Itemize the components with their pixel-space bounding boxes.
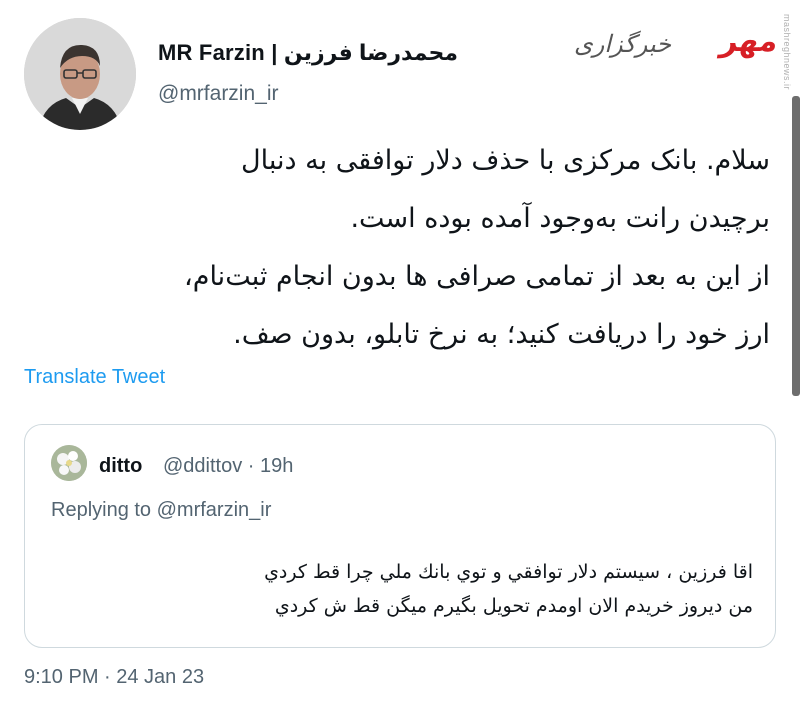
quoted-tweet-text: اقا فرزين ، سيستم دلار توافقي و توي بانك… <box>264 555 753 623</box>
quoted-tweet-card[interactable]: ditto @ddittov · 19h Replying to @mrfarz… <box>24 424 776 648</box>
news-agency-logo: مهر خبرگزاری <box>574 22 782 72</box>
logo-mark: مهر <box>717 24 782 59</box>
quoted-line: من ديروز خريدم الان اومدم تحويل بگيرم مي… <box>274 595 753 617</box>
translate-tweet-link[interactable]: Translate Tweet <box>24 366 165 389</box>
flower-avatar-icon <box>51 445 87 481</box>
tweet-line: برچیدن رانت به‌وجود آمده بوده است. <box>350 203 770 234</box>
tweet-timestamp[interactable]: 9:10 PM · 24 Jan 23 <box>24 666 204 689</box>
author-avatar[interactable] <box>24 18 136 130</box>
scrollbar[interactable] <box>792 96 800 396</box>
quoted-line: اقا فرزين ، سيستم دلار توافقي و توي بانك… <box>264 561 753 583</box>
author-name[interactable]: MR Farzin | محمدرضا فرزین <box>158 40 458 66</box>
tweet-line: از این به بعد از تمامی صرافی ها بدون انج… <box>184 261 770 292</box>
tweet-line: ارز خود را دریافت کنید؛ به نرخ تابلو، بد… <box>233 319 770 350</box>
profile-photo-icon <box>24 18 136 130</box>
tweet-line: سلام. بانک مرکزی با حذف دلار توافقی به د… <box>241 145 770 176</box>
quoted-author-avatar[interactable] <box>51 445 87 481</box>
logo-subtitle: خبرگزاری <box>574 30 672 58</box>
tweet-text: سلام. بانک مرکزی با حذف دلار توافقی به د… <box>40 132 770 364</box>
author-handle[interactable]: @mrfarzin_ir <box>158 82 279 106</box>
quoted-author-handle-time[interactable]: @ddittov · 19h <box>163 455 293 478</box>
quoted-author-name[interactable]: ditto <box>99 455 142 478</box>
watermark-text: mashreghnews.ir <box>782 14 792 91</box>
replying-to-label[interactable]: Replying to @mrfarzin_ir <box>51 499 271 522</box>
